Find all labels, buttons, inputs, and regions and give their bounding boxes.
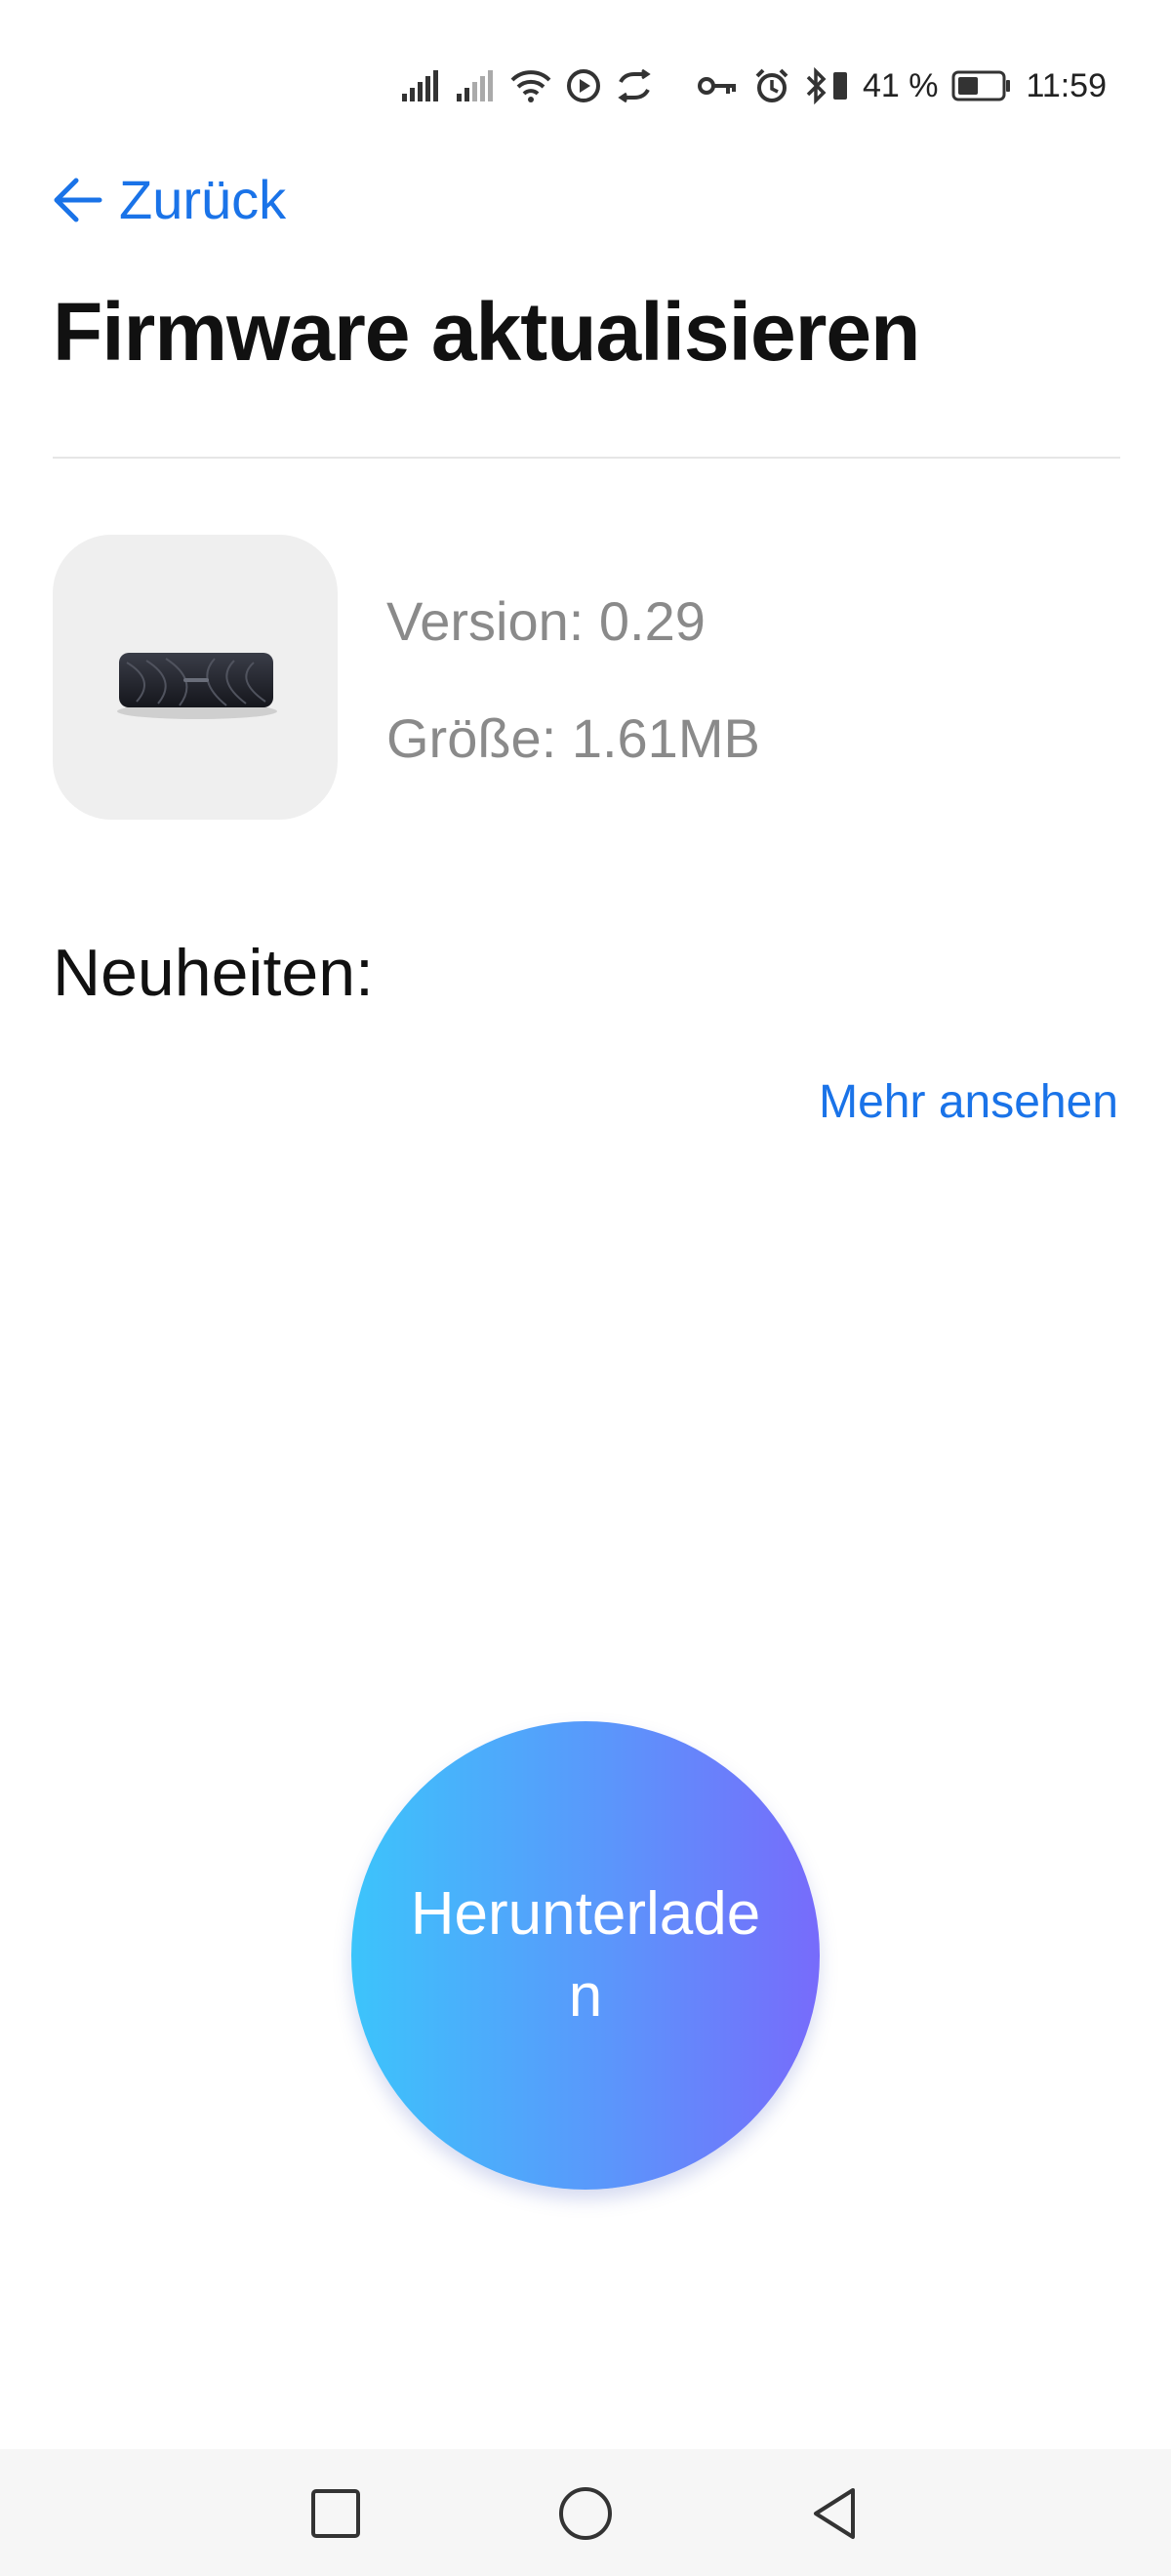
see-more-link[interactable]: Mehr ansehen <box>819 1075 1118 1129</box>
device-image <box>53 535 338 820</box>
bluetooth-icon <box>804 67 828 104</box>
header-divider <box>53 457 1120 459</box>
signal-icon <box>400 68 441 103</box>
back-icon[interactable] <box>800 2478 870 2549</box>
speaker-image <box>117 653 277 719</box>
status-time: 11:59 <box>1026 66 1107 104</box>
recent-apps-icon[interactable] <box>301 2478 371 2549</box>
firmware-size: Größe: 1.61MB <box>386 707 760 769</box>
battery-percent: 41 % <box>862 66 939 104</box>
status-bar: 41 % 11:59 <box>400 57 1107 115</box>
signal-icon <box>455 68 496 103</box>
firmware-version: Version: 0.29 <box>386 590 706 652</box>
battery-icon <box>951 69 1012 102</box>
news-heading: Neuheiten: <box>53 936 374 1010</box>
media-icon <box>566 68 601 103</box>
sync-icon <box>615 68 654 103</box>
page-title: Firmware aktualisieren <box>53 286 920 378</box>
key-icon <box>697 68 740 103</box>
home-icon[interactable] <box>550 2478 621 2549</box>
arrow-left-icon <box>51 173 105 227</box>
download-button[interactable]: Herunterladen <box>351 1721 820 2190</box>
screen: 41 % 11:59 Zurück Firmware aktualisieren <box>0 0 1171 2576</box>
alarm-icon <box>753 67 790 104</box>
battery-side-icon <box>831 68 849 103</box>
back-label: Zurück <box>119 169 287 230</box>
back-button[interactable]: Zurück <box>51 168 286 231</box>
download-label: Herunterladen <box>410 1880 761 2030</box>
navigation-bar <box>0 2449 1171 2576</box>
wifi-icon <box>509 68 552 103</box>
